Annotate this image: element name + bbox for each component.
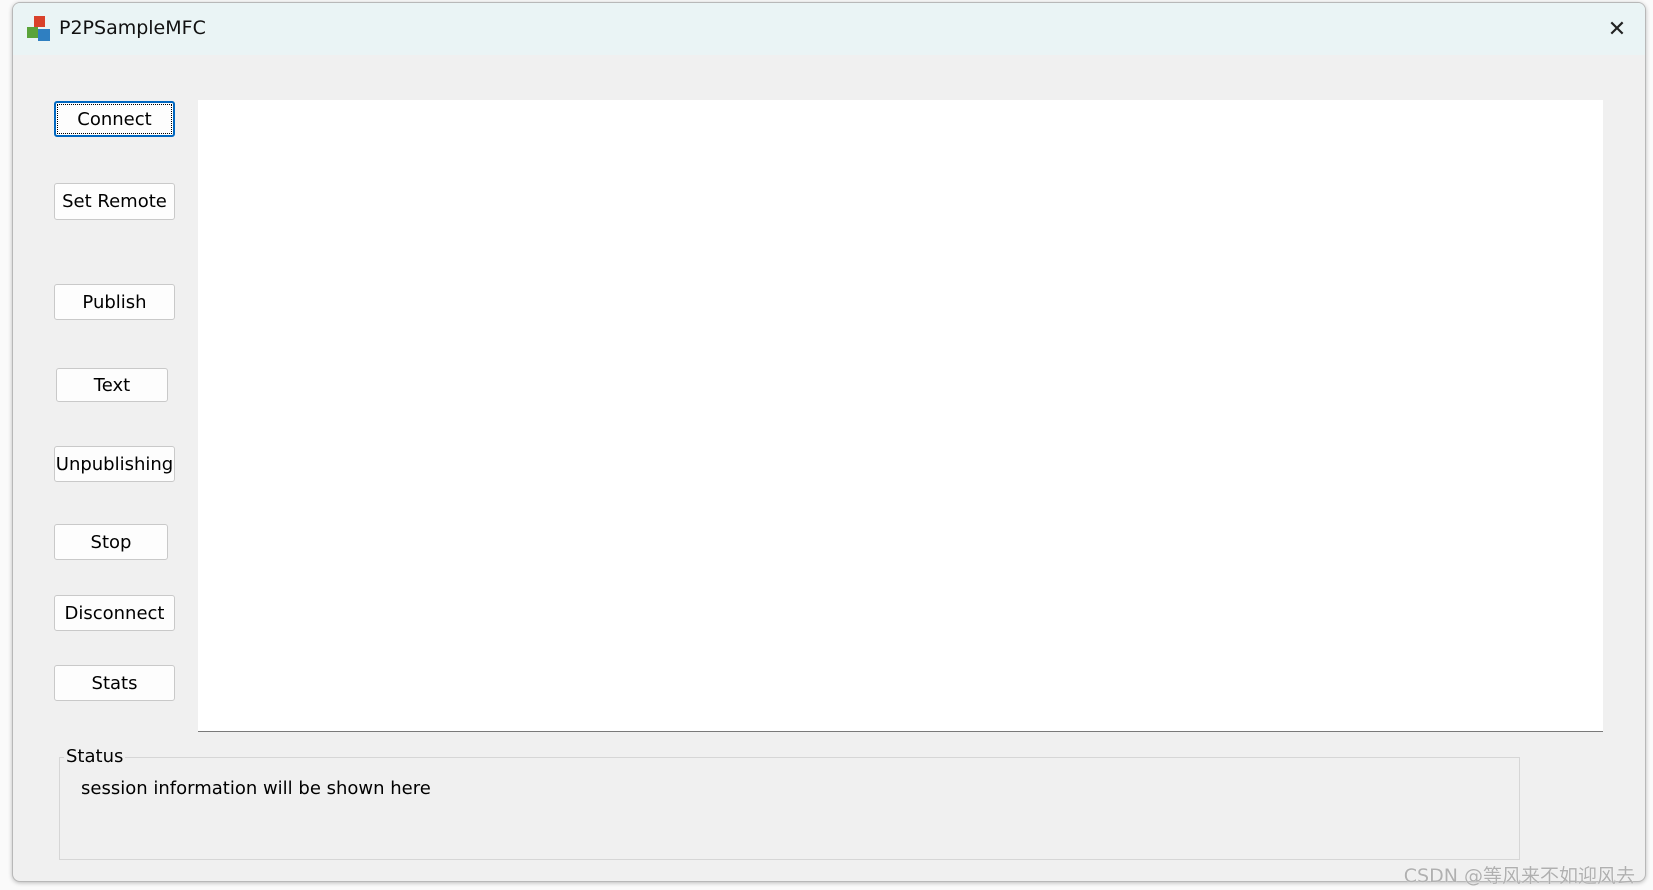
status-groupbox: Status session information will be shown… [59,746,1520,860]
stats-button[interactable]: Stats [54,665,175,701]
close-icon[interactable]: ✕ [1589,3,1645,55]
app-window: P2PSampleMFC ✕ Connect Set Remote Publis… [12,2,1646,882]
video-display-area [198,100,1603,732]
set-remote-button[interactable]: Set Remote [54,183,175,220]
window-title: P2PSampleMFC [59,17,206,39]
stop-button[interactable]: Stop [54,524,168,560]
unpublishing-button[interactable]: Unpublishing [54,446,175,482]
disconnect-button[interactable]: Disconnect [54,595,175,631]
connect-button[interactable]: Connect [54,101,175,137]
watermark: CSDN @等风来不如迎风去 [1403,865,1635,887]
text-button[interactable]: Text [56,368,168,402]
title-bar: P2PSampleMFC ✕ [13,3,1645,55]
publish-button[interactable]: Publish [54,284,175,320]
status-text: session information will be shown here [81,778,431,799]
mfc-app-icon [27,16,50,41]
status-label: Status [64,746,126,767]
